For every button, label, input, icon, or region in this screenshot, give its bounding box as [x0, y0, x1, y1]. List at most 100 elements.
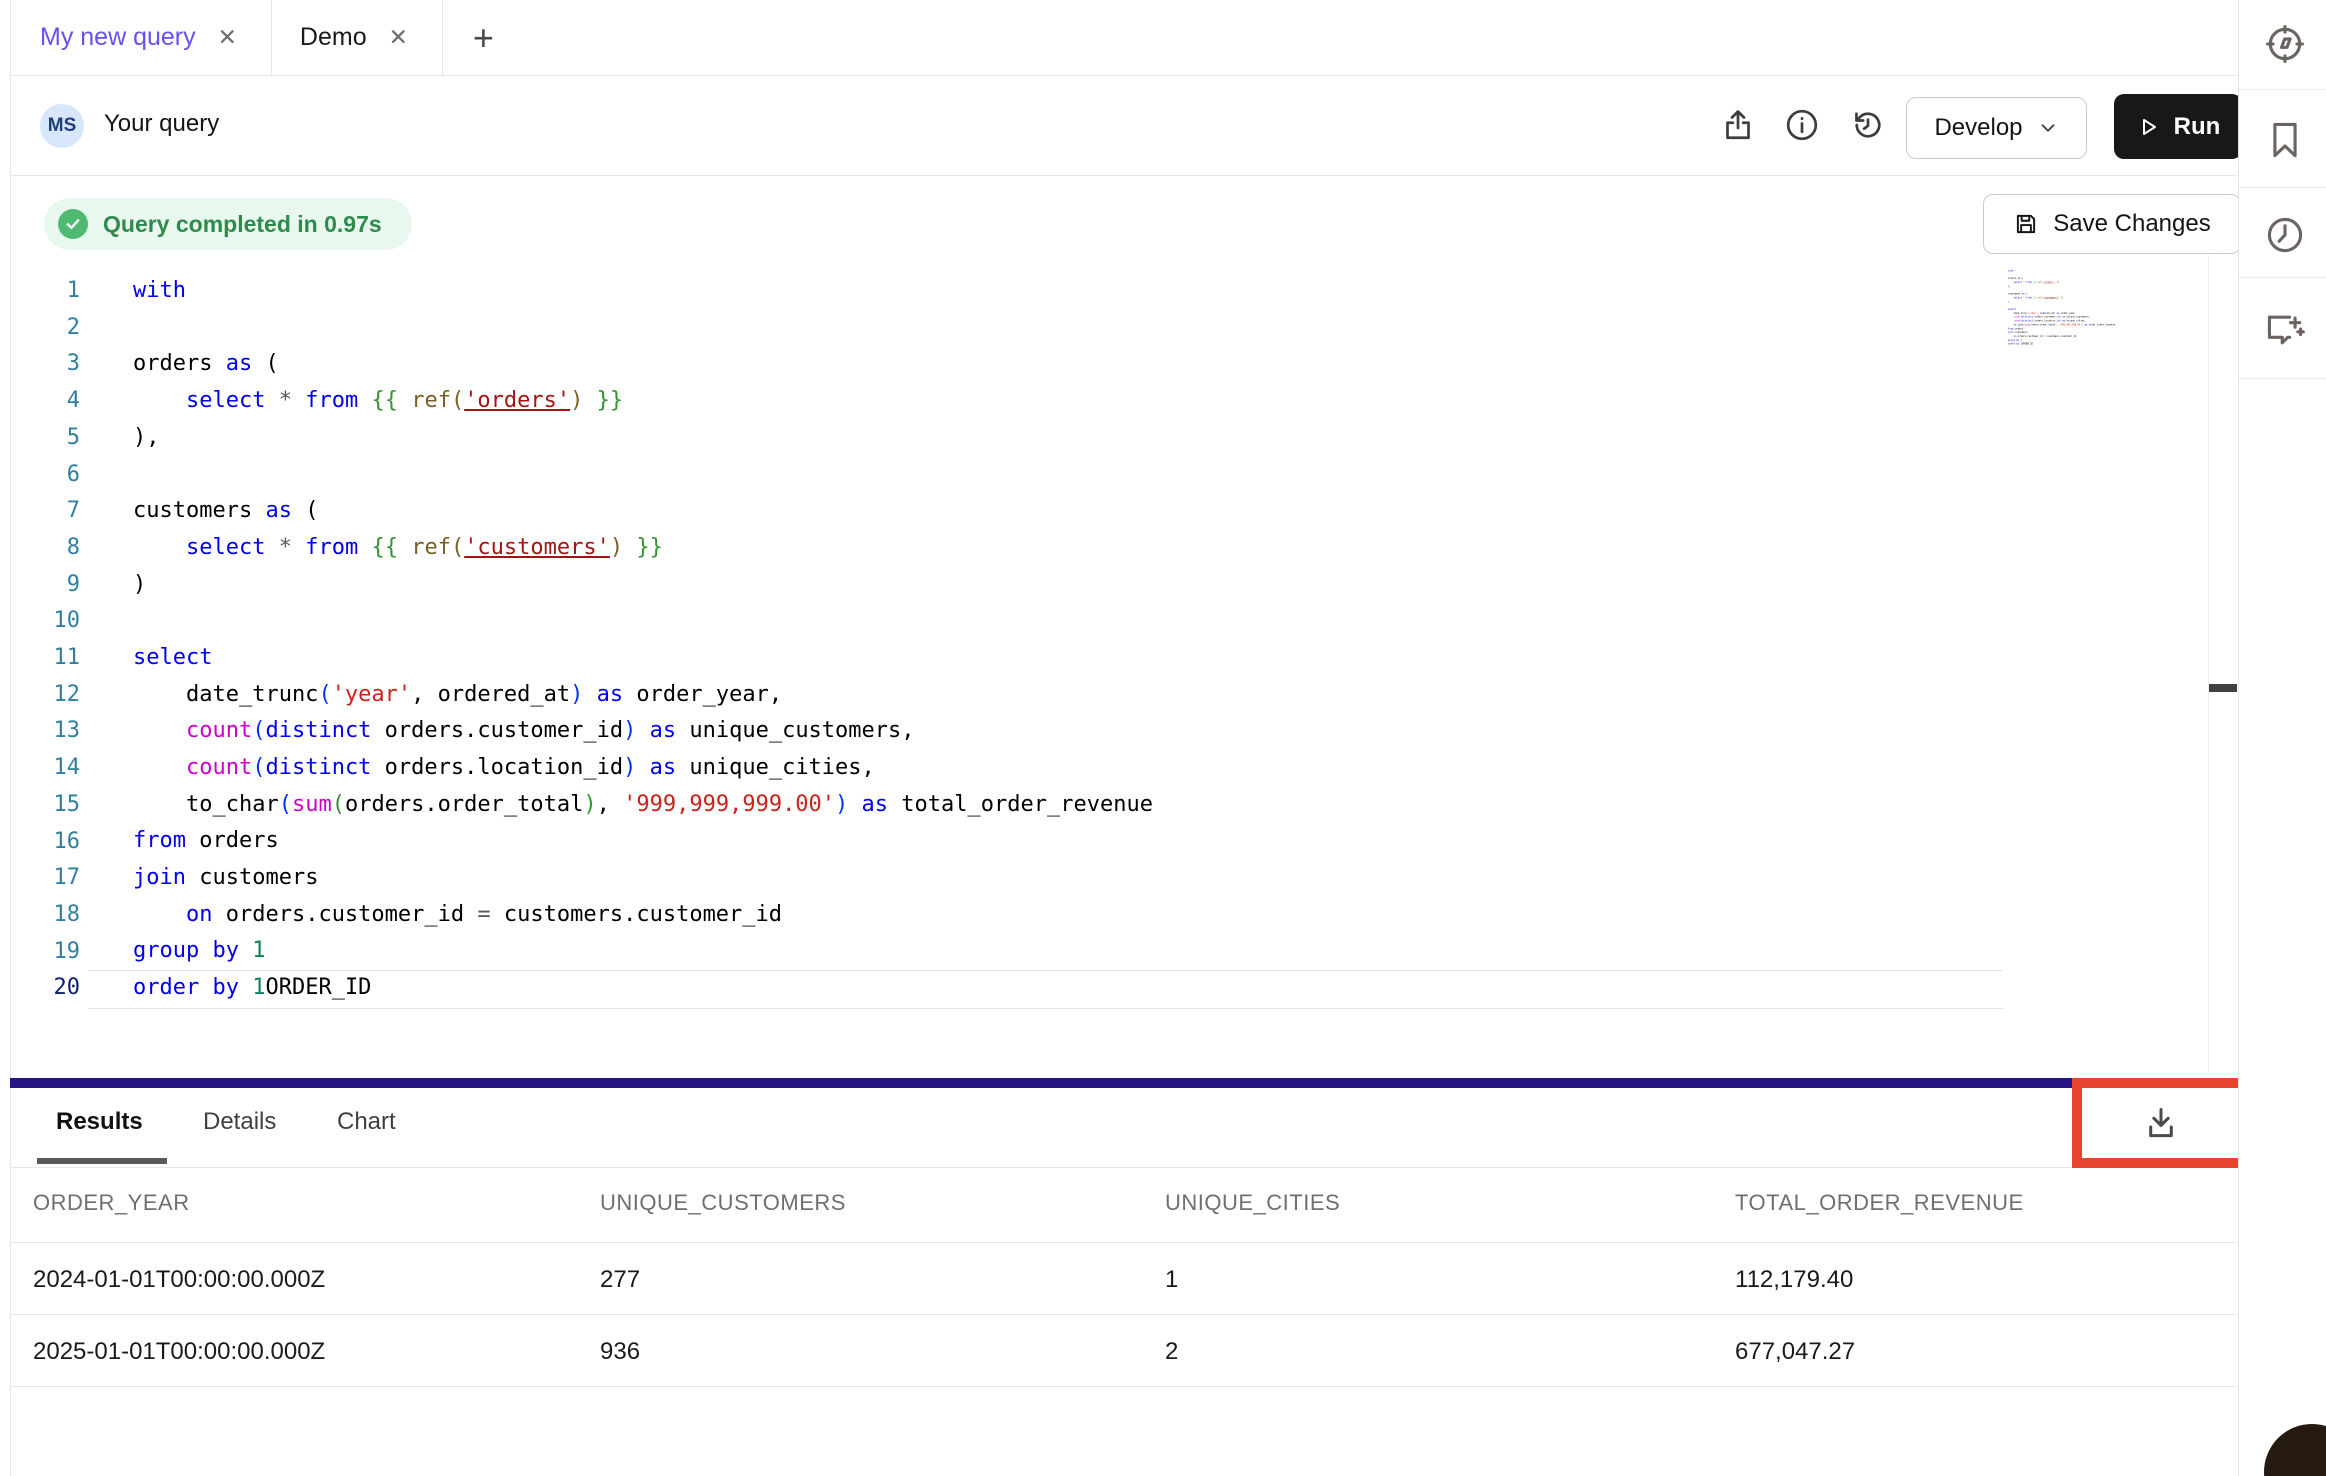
scrollbar-handle[interactable] [2208, 684, 2237, 692]
code-line[interactable]: from orders [133, 823, 1153, 860]
code-content[interactable]: with orders as ( select * from {{ ref('or… [133, 273, 1153, 1007]
code-line[interactable]: on orders.customer_id = customers.custom… [133, 897, 1153, 934]
header-divider [10, 175, 2238, 176]
line-number: 8 [12, 530, 80, 567]
line-number: 14 [12, 750, 80, 787]
code-content[interactable]: withorders as ( select * from {{ ref('or… [2008, 269, 2020, 346]
close-icon[interactable]: ✕ [389, 26, 408, 49]
code-line[interactable]: count(distinct orders.customer_id) as un… [133, 713, 1153, 750]
code-line[interactable]: select * from {{ ref('customers') }} [133, 530, 1153, 567]
code-line[interactable]: ) [133, 567, 1153, 604]
code-line[interactable]: ), [133, 420, 1153, 457]
code-line[interactable]: select * from {{ ref('orders') }} [133, 383, 1153, 420]
line-number: 17 [12, 860, 80, 897]
line-number: 18 [12, 897, 80, 934]
code-line[interactable]: to_char(sum(orders.order_total), '999,99… [133, 787, 1153, 824]
avatar: MS [40, 104, 84, 148]
line-number: 15 [12, 787, 80, 824]
tab-my-new-query[interactable]: My new query ✕ [12, 0, 272, 75]
code-editor[interactable]: 1234567891011121314151617181920 withorde… [12, 255, 2226, 1070]
line-number: 10 [12, 603, 80, 640]
column-header-order-year: ORDER_YEAR [33, 1190, 190, 1216]
table-header-divider [10, 1242, 2238, 1243]
bookmark-icon[interactable] [2263, 118, 2307, 162]
code-line[interactable]: date_trunc('year', ordered_at) as order_… [133, 677, 1153, 714]
status-message: Query completed in 0.97s [103, 211, 382, 238]
table-cell: 112,179.40 [1735, 1266, 1853, 1294]
line-number: 6 [12, 457, 80, 494]
code-line[interactable]: count(distinct orders.location_id) as un… [133, 750, 1153, 787]
code-line[interactable] [133, 603, 1153, 640]
code-line[interactable]: select * from {{ ref('customers') }} [2008, 296, 2020, 300]
line-number: 20 [12, 970, 80, 1007]
panel-resizer[interactable] [10, 1078, 2238, 1088]
develop-button[interactable]: Develop [1906, 97, 2087, 159]
tab-chart[interactable]: Chart [337, 1108, 396, 1136]
query-editor-window: My new query ✕ Demo ✕ + MS Your query [0, 0, 2326, 1476]
develop-label: Develop [1934, 114, 2022, 142]
info-icon[interactable] [1784, 107, 1820, 143]
line-number: 9 [12, 567, 80, 604]
window-left-border [10, 0, 11, 1476]
ai-assistant-icon[interactable] [2263, 308, 2307, 352]
code-line[interactable]: with [133, 273, 1153, 310]
code-line[interactable]: order by 1ORDER_ID [2008, 342, 2020, 346]
code-line[interactable] [133, 456, 1153, 493]
new-tab-button[interactable]: + [443, 0, 524, 75]
scrollbar-track [2208, 255, 2209, 1072]
tab-label: Demo [300, 23, 367, 52]
query-header: MS Your query Develop [12, 75, 2238, 175]
line-number: 2 [12, 310, 80, 347]
save-changes-label: Save Changes [2053, 210, 2210, 238]
table-row-divider [10, 1314, 2238, 1315]
line-number: 16 [12, 824, 80, 861]
line-number: 19 [12, 934, 80, 971]
column-header-unique-cities: UNIQUE_CITIES [1165, 1190, 1340, 1216]
check-icon [58, 209, 88, 239]
clock-icon[interactable] [2263, 213, 2307, 257]
line-number: 11 [12, 640, 80, 677]
line-number: 3 [12, 346, 80, 383]
code-line[interactable]: join customers [133, 860, 1153, 897]
run-label: Run [2174, 113, 2221, 141]
download-icon [2142, 1104, 2180, 1142]
results-tabs-divider [10, 1167, 2238, 1168]
column-header-total-order-revenue: TOTAL_ORDER_REVENUE [1735, 1190, 2024, 1216]
line-number: 13 [12, 713, 80, 750]
play-icon [2136, 115, 2160, 139]
active-tab-underline [37, 1158, 167, 1164]
code-line[interactable]: order by 1ORDER_ID [133, 970, 1153, 1007]
download-button[interactable] [2142, 1104, 2180, 1142]
table-cell: 677,047.27 [1735, 1338, 1855, 1366]
code-line[interactable]: group by 1 [133, 933, 1153, 970]
compass-icon[interactable] [2263, 22, 2307, 66]
tab-label: My new query [40, 23, 196, 52]
table-cell: 277 [600, 1266, 640, 1294]
table-row-divider [10, 1386, 2238, 1387]
annotation-highlight [2072, 1078, 2250, 1168]
minimap[interactable]: withorders as ( select * from {{ ref('or… [2008, 269, 2126, 371]
code-line[interactable]: customers as ( [133, 493, 1153, 530]
close-icon[interactable]: ✕ [218, 26, 237, 49]
share-icon[interactable] [1720, 107, 1756, 143]
line-number: 4 [12, 383, 80, 420]
table-cell: 2 [1165, 1338, 1178, 1366]
editor-tabbar: My new query ✕ Demo ✕ + [12, 0, 2238, 75]
line-number: 7 [12, 493, 80, 530]
table-cell: 2024-01-01T00:00:00.000Z [33, 1266, 325, 1294]
run-button[interactable]: Run [2114, 94, 2242, 159]
tab-demo[interactable]: Demo ✕ [272, 0, 443, 75]
page-title: Your query [104, 110, 219, 138]
code-line[interactable]: orders as ( [133, 346, 1153, 383]
code-line[interactable] [133, 310, 1153, 347]
line-number: 12 [12, 677, 80, 714]
tab-results[interactable]: Results [56, 1108, 143, 1136]
right-sidebar [2238, 0, 2326, 1476]
history-icon[interactable] [1850, 107, 1886, 143]
table-cell: 936 [600, 1338, 640, 1366]
code-line[interactable]: select [133, 640, 1153, 677]
column-header-unique-customers: UNIQUE_CUSTOMERS [600, 1190, 846, 1216]
tab-details[interactable]: Details [203, 1108, 276, 1136]
table-cell: 2025-01-01T00:00:00.000Z [33, 1338, 325, 1366]
save-changes-button[interactable]: Save Changes [1983, 194, 2241, 254]
